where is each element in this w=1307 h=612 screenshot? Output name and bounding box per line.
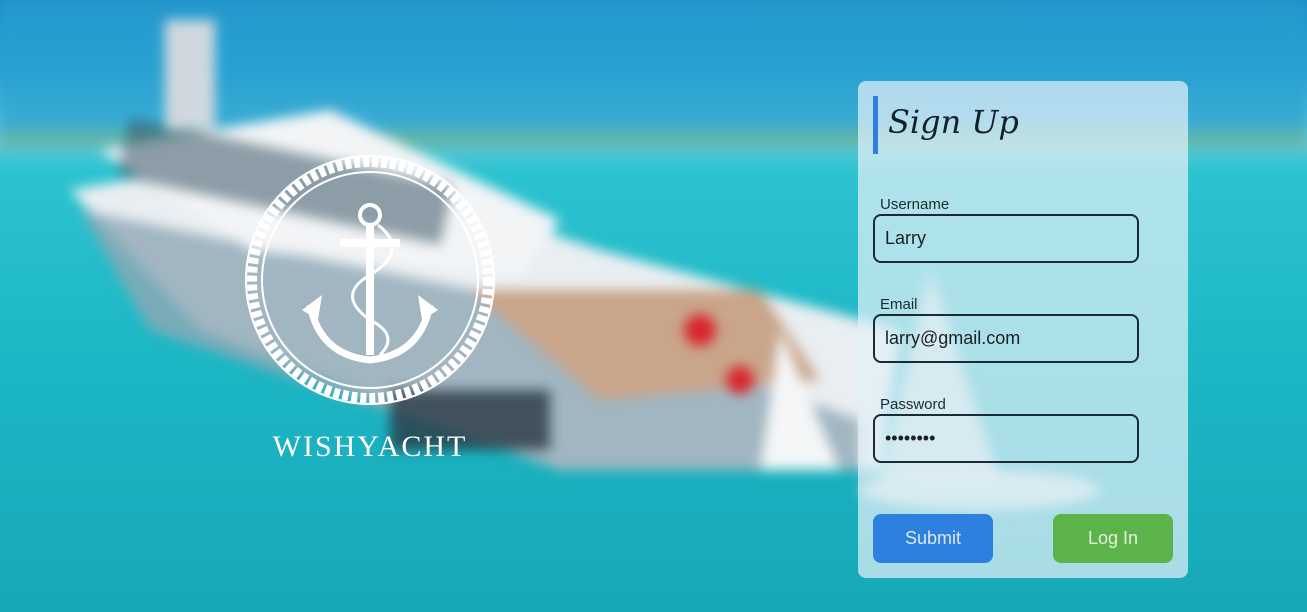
brand-name: WISHYACHT bbox=[272, 430, 468, 463]
title-accent-bar bbox=[873, 96, 878, 154]
username-label: Username bbox=[880, 196, 950, 213]
password-input[interactable] bbox=[873, 414, 1139, 463]
email-label: Email bbox=[880, 296, 918, 313]
password-label: Password bbox=[880, 396, 946, 413]
anchor-logo bbox=[240, 155, 500, 475]
email-input[interactable] bbox=[873, 314, 1139, 363]
signup-title: Sign Up bbox=[888, 103, 1019, 141]
username-input[interactable] bbox=[873, 214, 1139, 263]
login-button[interactable]: Log In bbox=[1053, 514, 1173, 563]
signup-card: Sign Up Username Email Password Submit L… bbox=[858, 81, 1188, 578]
submit-button[interactable]: Submit bbox=[873, 514, 993, 563]
